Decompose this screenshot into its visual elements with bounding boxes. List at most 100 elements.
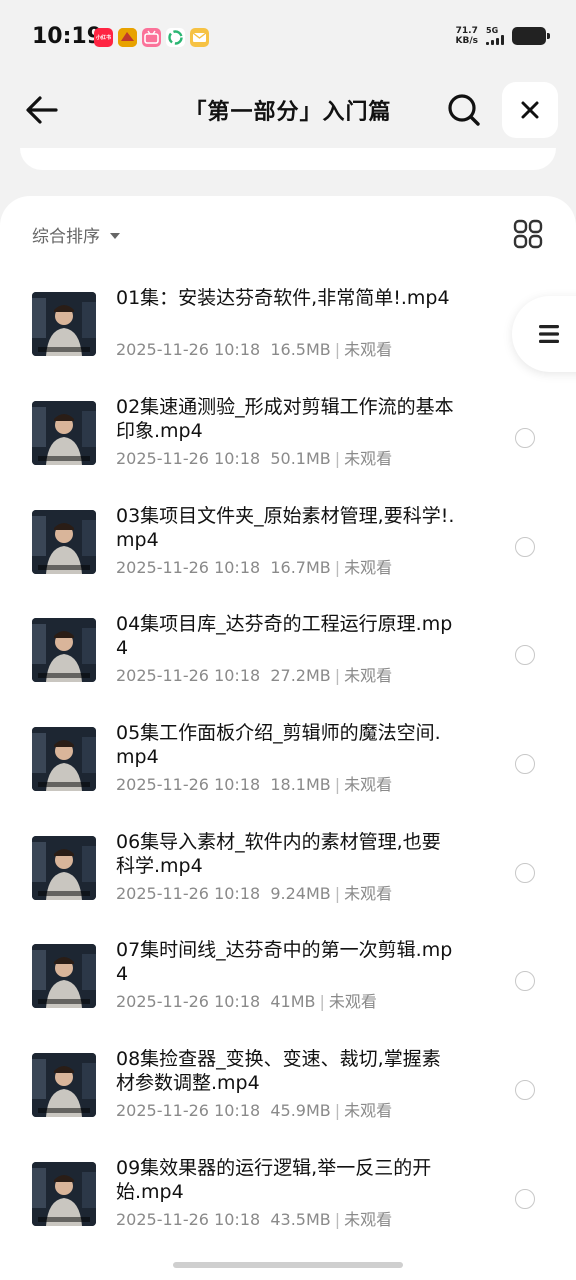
file-size: 43.5MB (270, 1210, 331, 1229)
file-meta: 2025-11-26 10:18 27.2MB | 未观看 (116, 666, 393, 685)
select-radio[interactable] (515, 428, 535, 448)
file-name: 01集：安装达芬奇软件,非常简单!.mp4 (116, 287, 450, 309)
select-radio[interactable] (515, 1080, 535, 1100)
select-radio[interactable] (515, 971, 535, 991)
file-name: 09集效果器的运行逻辑,举一反三的开始.mp4 (116, 1157, 432, 1203)
status-bar: 10:19 小红书 71.7 KB/s 5G (0, 0, 576, 76)
sort-dropdown[interactable]: 综合排序 (32, 222, 120, 247)
file-date: 2025-11-26 10:18 (116, 666, 261, 685)
file-name: 05集工作面板介绍_剪辑师的魔法空间.mp4 (116, 722, 441, 768)
watch-status: 未观看 (344, 340, 393, 359)
signal-bars-icon (486, 35, 504, 45)
file-list-panel: 综合排序 01集：安装达芬奇软件,非常简单!.mp4 2025-11-26 10… (0, 196, 576, 1280)
file-meta: 2025-11-26 10:18 9.24MB | 未观看 (116, 884, 393, 903)
file-size: 45.9MB (270, 1101, 331, 1120)
game-notif-icon (118, 28, 137, 47)
xiaohongshu-notif-icon: 小红书 (94, 28, 113, 47)
file-list-item[interactable]: 04集项目库_达芬奇的工程运行原理.mp4 2025-11-26 10:18 2… (0, 608, 576, 708)
video-thumbnail (32, 292, 96, 356)
grid-view-icon (513, 219, 543, 249)
file-meta: 2025-11-26 10:18 45.9MB | 未观看 (116, 1101, 393, 1120)
file-date: 2025-11-26 10:18 (116, 884, 261, 903)
net-speed-value: 71.7 (455, 26, 478, 36)
close-button[interactable] (502, 82, 558, 138)
file-list-item[interactable]: 01集：安装达芬奇软件,非常简单!.mp4 2025-11-26 10:18 1… (0, 282, 576, 382)
watch-status: 未观看 (344, 558, 393, 577)
status-right: 71.7 KB/s 5G (456, 26, 550, 46)
page-title: 「第一部分」入门篇 (184, 100, 392, 125)
file-meta: 2025-11-26 10:18 41MB | 未观看 (116, 992, 377, 1011)
file-name: 02集速通测验_形成对剪辑工作流的基本印象.mp4 (116, 396, 454, 442)
video-thumbnail (32, 618, 96, 682)
file-list-item[interactable]: 03集项目文件夹_原始素材管理,要科学!.mp4 2025-11-26 10:1… (0, 500, 576, 600)
file-meta: 2025-11-26 10:18 43.5MB | 未观看 (116, 1210, 393, 1229)
file-date: 2025-11-26 10:18 (116, 992, 261, 1011)
file-meta: 2025-11-26 10:18 50.1MB | 未观看 (116, 449, 393, 468)
battery-icon (512, 27, 550, 45)
select-radio[interactable] (515, 645, 535, 665)
video-thumbnail (32, 727, 96, 791)
menu-icon (539, 325, 559, 343)
select-radio[interactable] (515, 863, 535, 883)
watch-status: 未观看 (344, 775, 393, 794)
watch-status: 未观看 (328, 992, 377, 1011)
net-speed: 71.7 KB/s (456, 26, 478, 46)
file-meta: 2025-11-26 10:18 16.5MB | 未观看 (116, 340, 393, 359)
search-icon (448, 94, 480, 126)
view-toggle-button[interactable] (512, 218, 544, 250)
video-thumbnail (32, 401, 96, 465)
sort-label: 综合排序 (32, 227, 100, 247)
file-date: 2025-11-26 10:18 (116, 1210, 261, 1229)
video-thumbnail (32, 944, 96, 1008)
video-thumbnail (32, 1053, 96, 1117)
close-icon (521, 101, 539, 119)
video-thumbnail (32, 510, 96, 574)
file-meta: 2025-11-26 10:18 16.7MB | 未观看 (116, 558, 393, 577)
bilibili-notif-icon (142, 28, 161, 47)
file-size: 50.1MB (270, 449, 331, 468)
watch-status: 未观看 (344, 1210, 393, 1229)
file-size: 16.5MB (270, 340, 331, 359)
file-date: 2025-11-26 10:18 (116, 1101, 261, 1120)
top-app-bar: 「第一部分」入门篇 (0, 80, 576, 140)
video-thumbnail (32, 836, 96, 900)
caret-down-icon (110, 232, 120, 239)
select-radio[interactable] (515, 754, 535, 774)
file-list-item[interactable]: 06集导入素材_软件内的素材管理,也要科学.mp4 2025-11-26 10:… (0, 826, 576, 926)
file-name: 06集导入素材_软件内的素材管理,也要科学.mp4 (116, 831, 441, 877)
watch-status: 未观看 (344, 884, 393, 903)
file-name: 03集项目文件夹_原始素材管理,要科学!.mp4 (116, 505, 455, 551)
file-date: 2025-11-26 10:18 (116, 775, 261, 794)
watch-status: 未观看 (344, 1101, 393, 1120)
file-meta: 2025-11-26 10:18 18.1MB | 未观看 (116, 775, 393, 794)
file-list-item[interactable]: 07集时间线_达芬奇中的第一次剪辑.mp4 2025-11-26 10:18 4… (0, 934, 576, 1034)
file-name: 08集捡查器_变换、变速、裁切,掌握素材参数调整.mp4 (116, 1048, 441, 1094)
video-thumbnail (32, 1162, 96, 1226)
file-list-item[interactable]: 02集速通测验_形成对剪辑工作流的基本印象.mp4 2025-11-26 10:… (0, 391, 576, 491)
file-name: 07集时间线_达芬奇中的第一次剪辑.mp4 (116, 939, 453, 985)
file-date: 2025-11-26 10:18 (116, 449, 261, 468)
mail-notif-icon (190, 28, 209, 47)
notification-icons: 小红书 (94, 28, 209, 47)
file-date: 2025-11-26 10:18 (116, 558, 261, 577)
signal-indicator: 5G (486, 27, 504, 45)
watch-status: 未观看 (344, 666, 393, 685)
sync-notif-icon (166, 28, 185, 47)
file-size: 16.7MB (270, 558, 331, 577)
file-list-item[interactable]: 08集捡查器_变换、变速、裁切,掌握素材参数调整.mp4 2025-11-26 … (0, 1043, 576, 1143)
network-type: 5G (486, 26, 499, 35)
net-speed-unit: KB/s (455, 36, 478, 46)
file-list-item[interactable]: 05集工作面板介绍_剪辑师的魔法空间.mp4 2025-11-26 10:18 … (0, 717, 576, 817)
watch-status: 未观看 (344, 449, 393, 468)
file-name: 04集项目库_达芬奇的工程运行原理.mp4 (116, 613, 453, 659)
file-size: 27.2MB (270, 666, 331, 685)
file-size: 41MB (270, 992, 316, 1011)
select-radio[interactable] (515, 537, 535, 557)
status-time: 10:19 (32, 24, 103, 49)
select-radio[interactable] (515, 1189, 535, 1209)
file-size: 9.24MB (270, 884, 331, 903)
home-indicator[interactable] (173, 1262, 403, 1268)
file-list-item[interactable]: 09集效果器的运行逻辑,举一反三的开始.mp4 2025-11-26 10:18… (0, 1152, 576, 1252)
file-size: 18.1MB (270, 775, 331, 794)
search-button[interactable] (444, 90, 484, 130)
